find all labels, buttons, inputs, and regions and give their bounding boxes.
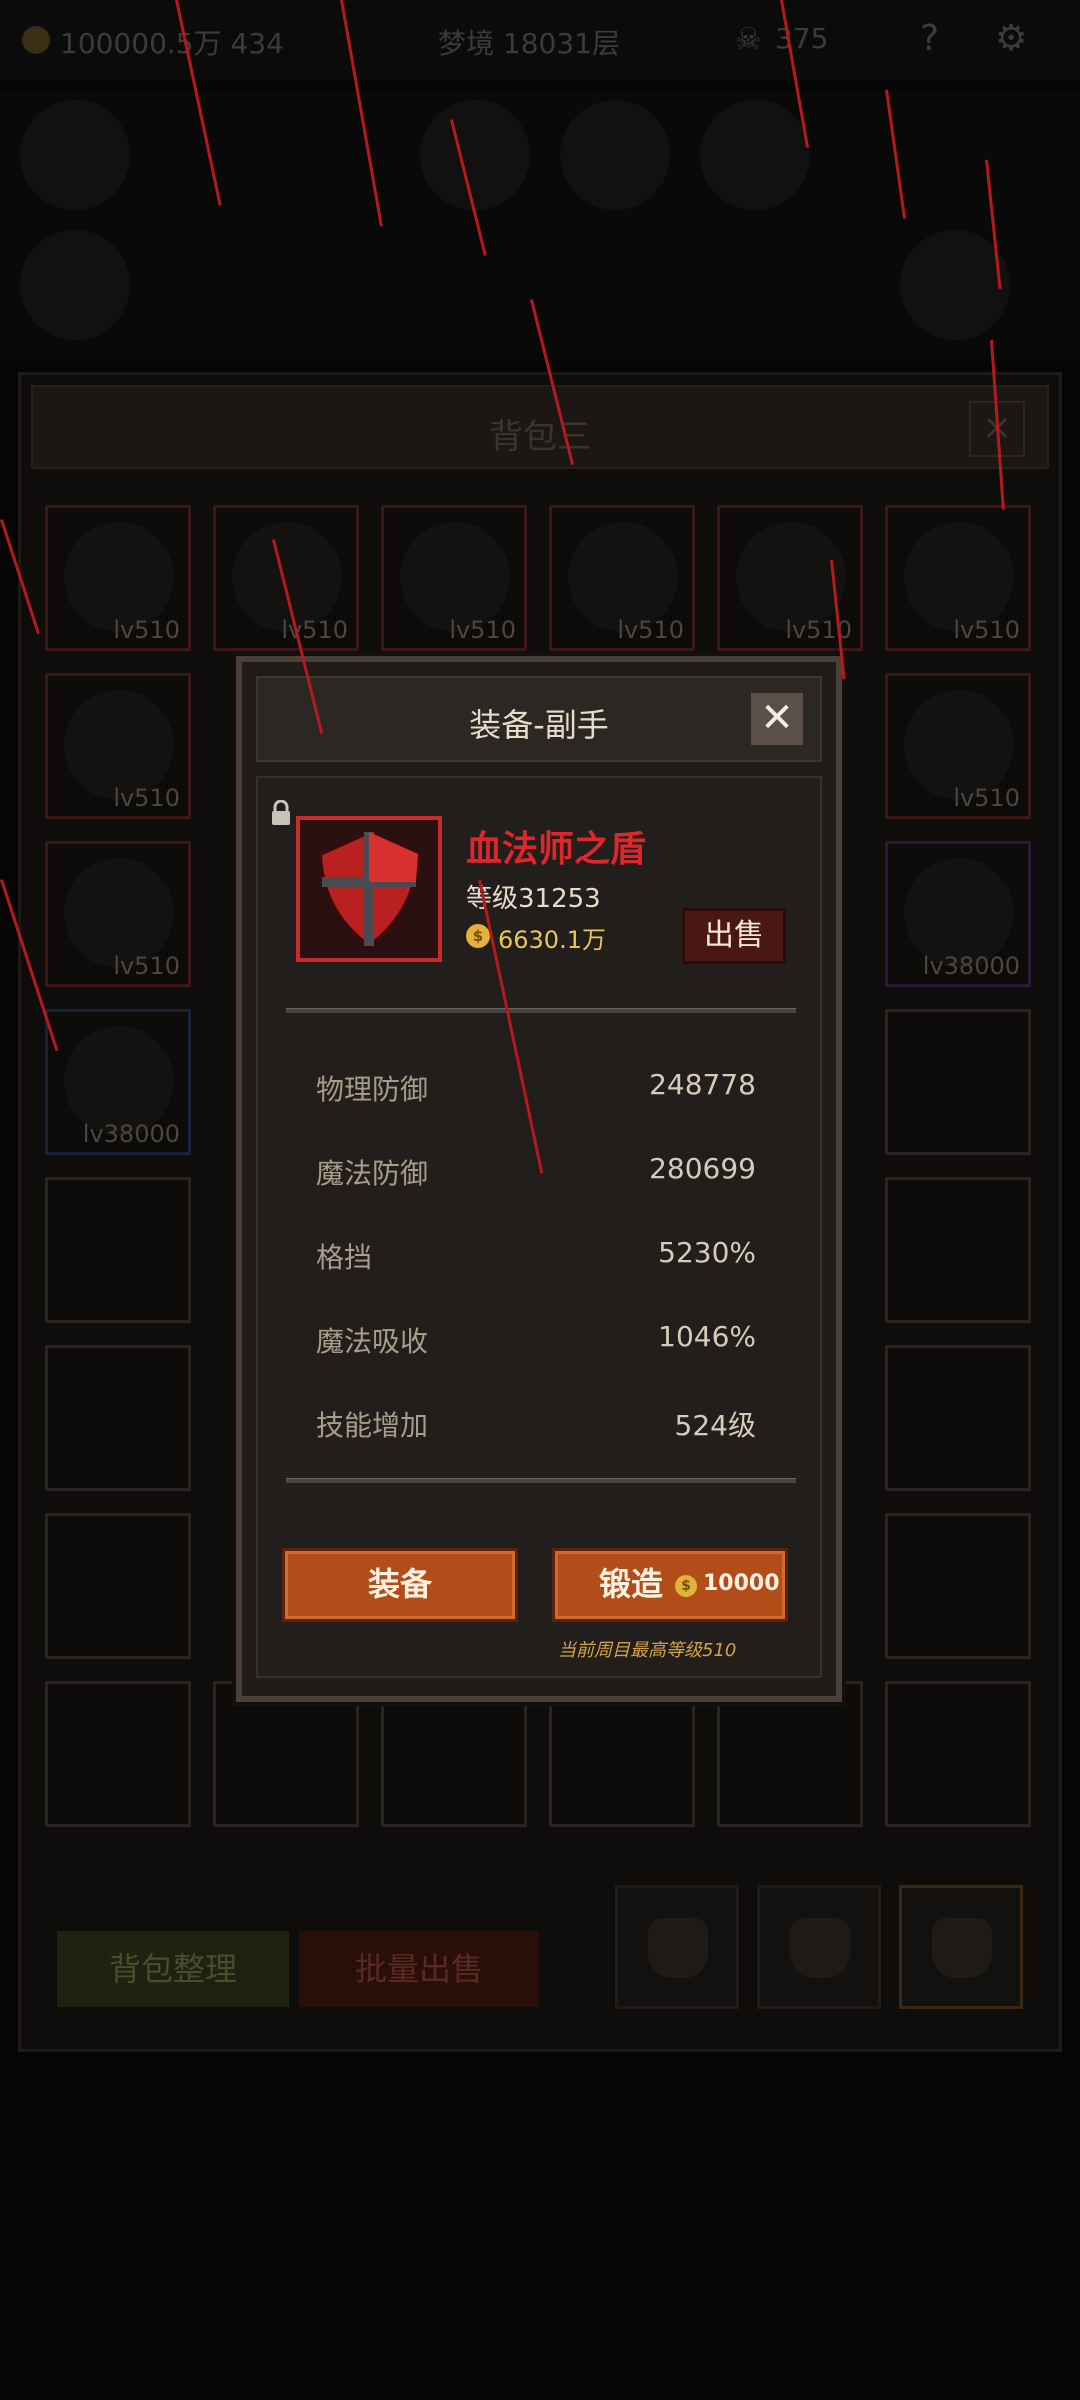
bag-tab-1[interactable] (615, 1885, 739, 2009)
slot-level: lv38000 (922, 952, 1020, 980)
inventory-title: 背包三 (489, 417, 591, 457)
stat-row: 物理防御 248778 (316, 1068, 756, 1108)
inventory-slot[interactable]: lv510 (885, 673, 1031, 819)
top-status-bar: 100000.5万 434 梦境 18031层 ☠ 375 ? ⚙ (0, 0, 1080, 80)
inventory-slot[interactable] (45, 1681, 191, 1827)
inventory-slot[interactable] (885, 1681, 1031, 1827)
dialog-header: 装备-副手 ✕ (256, 676, 822, 762)
close-button[interactable]: ✕ (748, 690, 806, 748)
stat-row: 格挡 5230% (316, 1236, 756, 1276)
inventory-slot[interactable] (381, 1681, 527, 1827)
divider (286, 1478, 796, 1483)
forge-cost: 10000 (703, 1571, 780, 1596)
question-icon[interactable]: ? (920, 18, 939, 59)
inventory-slot[interactable] (549, 1681, 695, 1827)
gold-amount: 100000.5万 434 (60, 27, 284, 60)
inventory-slot[interactable]: lv510 (45, 841, 191, 987)
bulk-sell-button[interactable]: 批量出售 (299, 1931, 539, 2007)
dialog-body: 血法师之盾 等级31253 $ 6630.1万 出售 物理防御 248778 魔… (256, 776, 822, 1678)
bag-icon (648, 1918, 708, 1978)
stat-value: 248778 (649, 1068, 756, 1101)
slot-level: lv510 (617, 616, 684, 644)
coin-icon (22, 26, 50, 54)
equipment-slot (700, 100, 810, 210)
inventory-slot[interactable] (885, 1345, 1031, 1491)
inventory-slot[interactable] (45, 1345, 191, 1491)
inventory-slot[interactable]: lv510 (717, 505, 863, 651)
stat-label: 物理防御 (316, 1073, 429, 1106)
slot-level: lv510 (113, 784, 180, 812)
inventory-slot[interactable] (45, 1177, 191, 1323)
equipment-slot (420, 100, 530, 210)
slot-level: lv510 (449, 616, 516, 644)
divider (286, 1008, 796, 1013)
inventory-slot[interactable] (885, 1177, 1031, 1323)
stat-row: 魔法吸收 1046% (316, 1320, 756, 1360)
hero-equipment-area (0, 90, 1080, 360)
stat-row: 技能增加 524级 (316, 1404, 756, 1444)
lock-icon[interactable] (270, 800, 292, 826)
bag-tab-3[interactable] (899, 1885, 1023, 2009)
equipment-slot (560, 100, 670, 210)
stat-value: 1046% (658, 1320, 756, 1353)
inventory-slot[interactable]: lv510 (45, 673, 191, 819)
skull-count: 375 (775, 22, 829, 55)
stat-label: 格挡 (316, 1241, 373, 1274)
slot-level: lv510 (953, 616, 1020, 644)
equip-button[interactable]: 装备 (282, 1548, 518, 1622)
forge-level-note: 当前周目最高等级510 (558, 1640, 737, 1661)
slot-level: lv510 (113, 952, 180, 980)
inventory-slot[interactable]: lv510 (213, 505, 359, 651)
inventory-slot[interactable]: lv38000 (45, 1009, 191, 1155)
hero-portrait (20, 230, 130, 340)
bag-icon (932, 1918, 992, 1978)
stat-value: 524级 (674, 1409, 756, 1442)
coin-icon: $ (466, 924, 490, 948)
item-icon-frame (296, 816, 442, 962)
bag-tab-2[interactable] (757, 1885, 881, 2009)
stage-label: 梦境 18031层 (438, 27, 620, 60)
forge-label: 锻造 (599, 1565, 664, 1603)
inventory-slot[interactable]: lv38000 (885, 841, 1031, 987)
stat-row: 魔法防御 280699 (316, 1152, 756, 1192)
sell-button[interactable]: 出售 (682, 908, 786, 964)
shield-icon (317, 829, 421, 949)
hero-portrait (20, 100, 130, 210)
stat-label: 魔法防御 (316, 1157, 429, 1190)
inventory-slot[interactable]: lv510 (885, 505, 1031, 651)
coin-icon: $ (675, 1575, 697, 1597)
slot-level: lv510 (113, 616, 180, 644)
bag-icon (790, 1918, 850, 1978)
dialog-title: 装备-副手 (469, 706, 609, 744)
sort-inventory-button[interactable]: 背包整理 (57, 1931, 289, 2007)
inventory-slot[interactable] (717, 1681, 863, 1827)
item-price: 6630.1万 (498, 926, 606, 954)
forge-button[interactable]: 锻造 $ 10000 (552, 1548, 788, 1622)
inventory-slot[interactable]: lv510 (549, 505, 695, 651)
inventory-slot[interactable]: lv510 (45, 505, 191, 651)
inventory-header: 背包三 × (31, 385, 1049, 469)
stat-label: 魔法吸收 (316, 1325, 429, 1358)
stat-value: 280699 (649, 1152, 756, 1185)
inventory-slot[interactable] (885, 1009, 1031, 1155)
equipment-dialog: 装备-副手 ✕ 血法师之盾 等级31253 $ 6630.1万 出售 物理防御 … (236, 656, 842, 1702)
slot-level: lv510 (785, 616, 852, 644)
slot-level: lv510 (953, 784, 1020, 812)
item-name: 血法师之盾 (466, 829, 647, 870)
gear-icon[interactable]: ⚙ (995, 18, 1027, 59)
stat-value: 5230% (658, 1236, 756, 1269)
stat-label: 技能增加 (316, 1409, 429, 1442)
inventory-slot[interactable]: lv510 (381, 505, 527, 651)
slot-level: lv38000 (82, 1120, 180, 1148)
inventory-slot[interactable] (213, 1681, 359, 1827)
inventory-slot[interactable] (885, 1513, 1031, 1659)
skull-icon: ☠ (735, 22, 762, 57)
inventory-slot[interactable] (45, 1513, 191, 1659)
